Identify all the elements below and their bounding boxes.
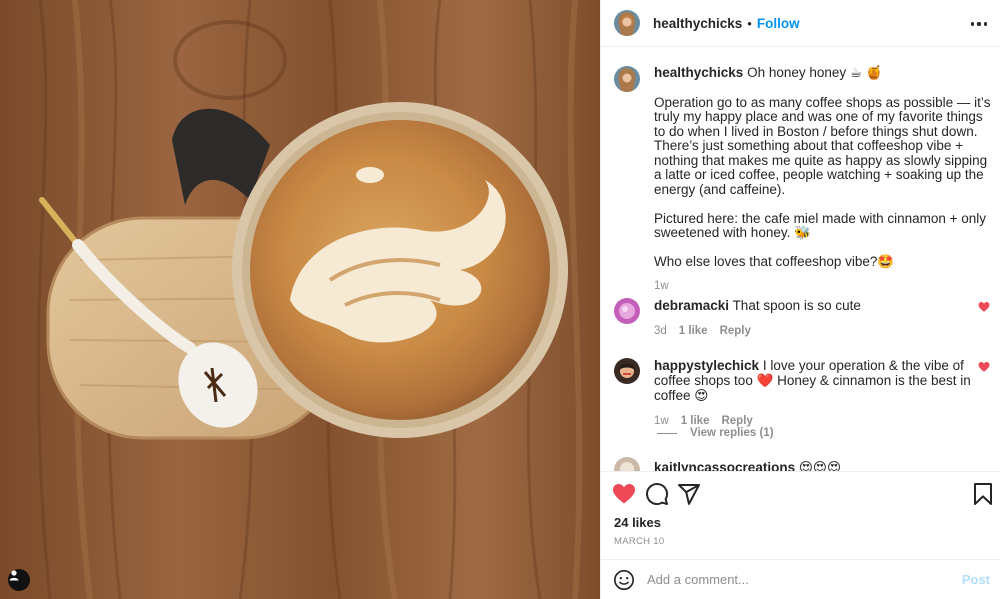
author-username[interactable]: healthychicks: [653, 16, 742, 31]
tag-user-icon[interactable]: [8, 569, 30, 591]
emoji-icon[interactable]: [613, 569, 635, 591]
share-icon[interactable]: [677, 482, 701, 506]
caption-paragraph-1: Operation go to as many coffee shops as …: [654, 94, 991, 197]
view-replies-button[interactable]: View replies (1): [657, 427, 774, 439]
post-comment-button[interactable]: Post: [962, 572, 990, 587]
post-header: healthychicks • Follow: [601, 0, 1000, 47]
comment-likes[interactable]: 1 like: [681, 415, 710, 427]
follow-button[interactable]: Follow: [757, 16, 800, 31]
view-replies-label: View replies (1): [690, 427, 774, 439]
separator-dot: •: [747, 15, 752, 31]
comment-item-partial: kaitlyncassocreations 😍😍😍: [614, 457, 841, 471]
comment-input[interactable]: Add a comment...: [647, 572, 962, 587]
commenter-username[interactable]: kaitlyncassocreations: [654, 460, 795, 471]
caption-paragraph-2: Pictured here: the cafe miel made with c…: [654, 210, 987, 240]
commenter-username[interactable]: debramacki: [654, 298, 729, 313]
caption-avatar[interactable]: [614, 66, 640, 92]
heart-icon[interactable]: [612, 482, 636, 506]
caption-first-line: Oh honey honey ☕ 🍯: [747, 65, 883, 80]
comment-icon[interactable]: [645, 482, 669, 506]
commenter-avatar[interactable]: [614, 457, 640, 471]
comment-time[interactable]: 3d: [654, 325, 667, 337]
caption-paragraph-3: Who else loves that coffeeshop vibe?🤩: [654, 254, 895, 269]
caption-username[interactable]: healthychicks: [654, 65, 743, 80]
comments-section[interactable]: healthychicks Oh honey honey ☕ 🍯 Operati…: [601, 47, 1000, 471]
comment-text: 😍😍😍: [798, 460, 842, 471]
post-actions: 24 likes MARCH 10: [601, 471, 1000, 559]
commenter-username[interactable]: happystylechick: [654, 358, 759, 373]
comment-like-heart-icon[interactable]: [978, 361, 990, 373]
post-date: MARCH 10: [614, 536, 665, 547]
caption-time[interactable]: 1w: [654, 279, 994, 294]
bookmark-icon[interactable]: [971, 482, 995, 506]
commenter-avatar[interactable]: [614, 298, 640, 324]
comment-text: That spoon is so cute: [732, 298, 861, 313]
comment-likes[interactable]: 1 like: [679, 325, 708, 337]
caption: healthychicks Oh honey honey ☕ 🍯 Operati…: [614, 65, 994, 294]
comment-item: debramacki That spoon is so cute 3d 1 lik…: [614, 298, 994, 339]
comment-like-heart-icon[interactable]: [978, 301, 990, 313]
post-photo[interactable]: [0, 0, 600, 599]
comment-time[interactable]: 1w: [654, 415, 669, 427]
reply-button[interactable]: Reply: [720, 325, 751, 337]
reply-button[interactable]: Reply: [721, 415, 752, 427]
replies-divider: [657, 432, 677, 434]
author-avatar[interactable]: [614, 10, 640, 36]
latte-photo: [0, 0, 600, 599]
comment-item: happystylechick I love your operation & …: [614, 358, 994, 429]
add-comment-bar: Add a comment... Post: [601, 559, 1000, 599]
post-side-panel: healthychicks • Follow healthychicks Oh …: [600, 0, 1000, 599]
like-count[interactable]: 24 likes: [614, 515, 661, 530]
commenter-avatar[interactable]: [614, 358, 640, 384]
more-icon[interactable]: [971, 16, 987, 32]
